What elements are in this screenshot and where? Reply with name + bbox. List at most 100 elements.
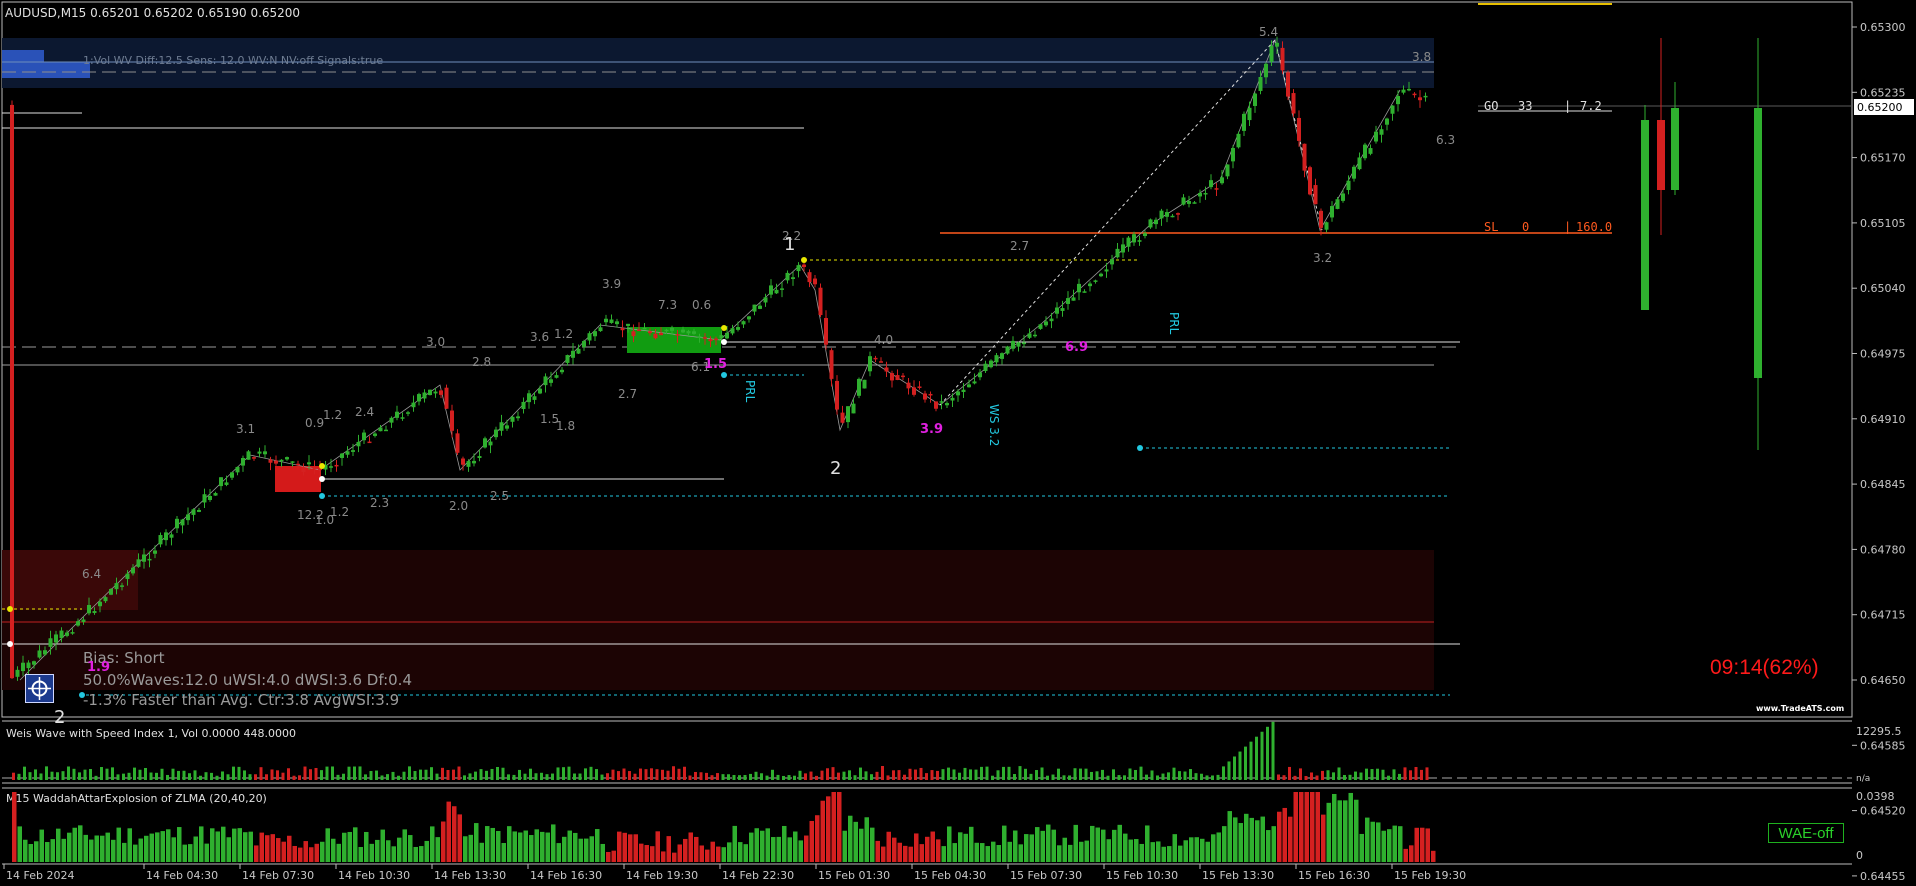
candle-body	[1258, 76, 1263, 91]
wae-bar	[842, 830, 847, 862]
weis-bar	[1205, 775, 1209, 780]
candle-body	[1341, 193, 1345, 201]
candle-body	[499, 422, 504, 431]
candle-body	[1346, 180, 1351, 190]
candle-body	[802, 264, 806, 268]
candle-body	[1104, 269, 1109, 272]
wae-bar	[776, 836, 781, 862]
weis-bar	[798, 770, 802, 780]
candle-body	[213, 493, 218, 496]
candle-body	[1055, 307, 1059, 314]
wae-bar	[419, 846, 424, 862]
wae-bar	[969, 826, 974, 862]
wae-bar	[1139, 843, 1144, 862]
wae-bar	[1183, 840, 1188, 862]
weis-bar	[386, 774, 389, 780]
candle-body	[681, 329, 685, 333]
wae-bar	[1073, 824, 1078, 862]
candle-body	[1379, 129, 1384, 135]
wae-bar	[545, 832, 550, 862]
candle-body	[884, 367, 889, 372]
candle-body	[1407, 88, 1411, 91]
time-tick-label: 15 Feb 10:30	[1106, 869, 1178, 882]
candle-body	[340, 453, 344, 458]
wae-bar	[1359, 833, 1364, 862]
candle-body	[780, 288, 784, 290]
wae-bar	[886, 831, 891, 862]
weis-bar	[270, 769, 274, 780]
volume-profile-bar-2	[2, 62, 90, 78]
weis-bar	[375, 770, 378, 780]
wae-bar	[364, 831, 369, 862]
wae-bar	[397, 837, 402, 862]
candle-body	[202, 494, 207, 503]
candle-body	[466, 461, 471, 467]
sl-ratio: 160.0	[1576, 220, 1612, 234]
wae-bar	[1194, 837, 1199, 862]
wae-bar	[298, 847, 303, 862]
wae-bar	[600, 843, 605, 862]
swing-number-label: 2	[54, 707, 65, 728]
weis-bar	[980, 766, 983, 780]
wae-toggle-button[interactable]: WAE-off	[1768, 823, 1844, 843]
time-axis: 14 Feb 2024 14 Feb 04:30 14 Feb 07:30 14 Fe…	[3, 864, 1466, 882]
weis-bar	[314, 767, 318, 780]
wae-bar	[391, 846, 396, 862]
svg-text:|: |	[1564, 99, 1571, 113]
candle-body	[1126, 237, 1131, 247]
wae-bar	[358, 846, 363, 862]
wave-volume-label: 3.1	[236, 422, 255, 436]
wae-bar	[485, 826, 490, 862]
weis-bar	[1128, 768, 1132, 780]
candle-body	[334, 464, 339, 467]
time-tick-label: 15 Feb 13:30	[1202, 869, 1274, 882]
wae-bar	[1403, 848, 1408, 862]
wae-bar	[1260, 816, 1265, 862]
wae-bar	[1084, 840, 1089, 862]
candle-body	[879, 361, 883, 363]
weis-bar	[1183, 771, 1187, 780]
wae-bar	[655, 831, 660, 862]
weis-bar	[397, 775, 400, 780]
wae-bar	[1431, 850, 1436, 862]
price-tick-label: 0.64845	[1860, 478, 1906, 491]
weis-bar	[127, 772, 131, 780]
wae-bar	[1266, 830, 1271, 862]
wae-bar	[870, 827, 875, 862]
weis-bar	[556, 767, 560, 780]
candle-body	[147, 558, 152, 561]
wae-bar	[1343, 800, 1348, 862]
wae-bar	[402, 829, 407, 862]
wae-bar	[1150, 842, 1155, 862]
candle-body	[1423, 95, 1428, 98]
wae-bar	[320, 841, 325, 862]
wae-bar	[144, 835, 149, 862]
wae-bar	[765, 828, 770, 862]
wae-bar	[479, 842, 484, 862]
wae-bar	[83, 834, 88, 862]
candle-body	[1176, 213, 1180, 215]
wae-bar	[67, 832, 72, 862]
wave-volume-label: 2.5	[490, 489, 509, 503]
wae-bar	[754, 828, 759, 862]
weis-bar	[738, 775, 741, 780]
wae-bar	[1068, 844, 1073, 862]
candle-body	[1280, 47, 1285, 71]
price-tick-label: 0.64910	[1860, 413, 1906, 426]
candle-body	[631, 331, 636, 337]
wae-bar	[732, 825, 737, 862]
wae-bar	[518, 832, 523, 862]
crosshair-logo-icon[interactable]	[25, 674, 54, 703]
weis-bar	[1249, 741, 1253, 780]
weis-bar	[936, 770, 939, 780]
candle-body	[972, 381, 977, 384]
wae-bar	[512, 831, 517, 862]
indicator1-title: Weis Wave with Speed Index 1, Vol 0.0000…	[6, 727, 296, 740]
candle-body	[37, 650, 42, 658]
weis-bar	[391, 771, 395, 780]
weis-bar	[584, 768, 587, 780]
weis-bar	[919, 767, 923, 780]
wae-bar	[265, 835, 270, 862]
weis-bar	[1244, 746, 1247, 780]
chart-canvas: AUDUSD,M15 0.65201 0.65202 0.65190 0.652…	[1, 1, 1914, 883]
